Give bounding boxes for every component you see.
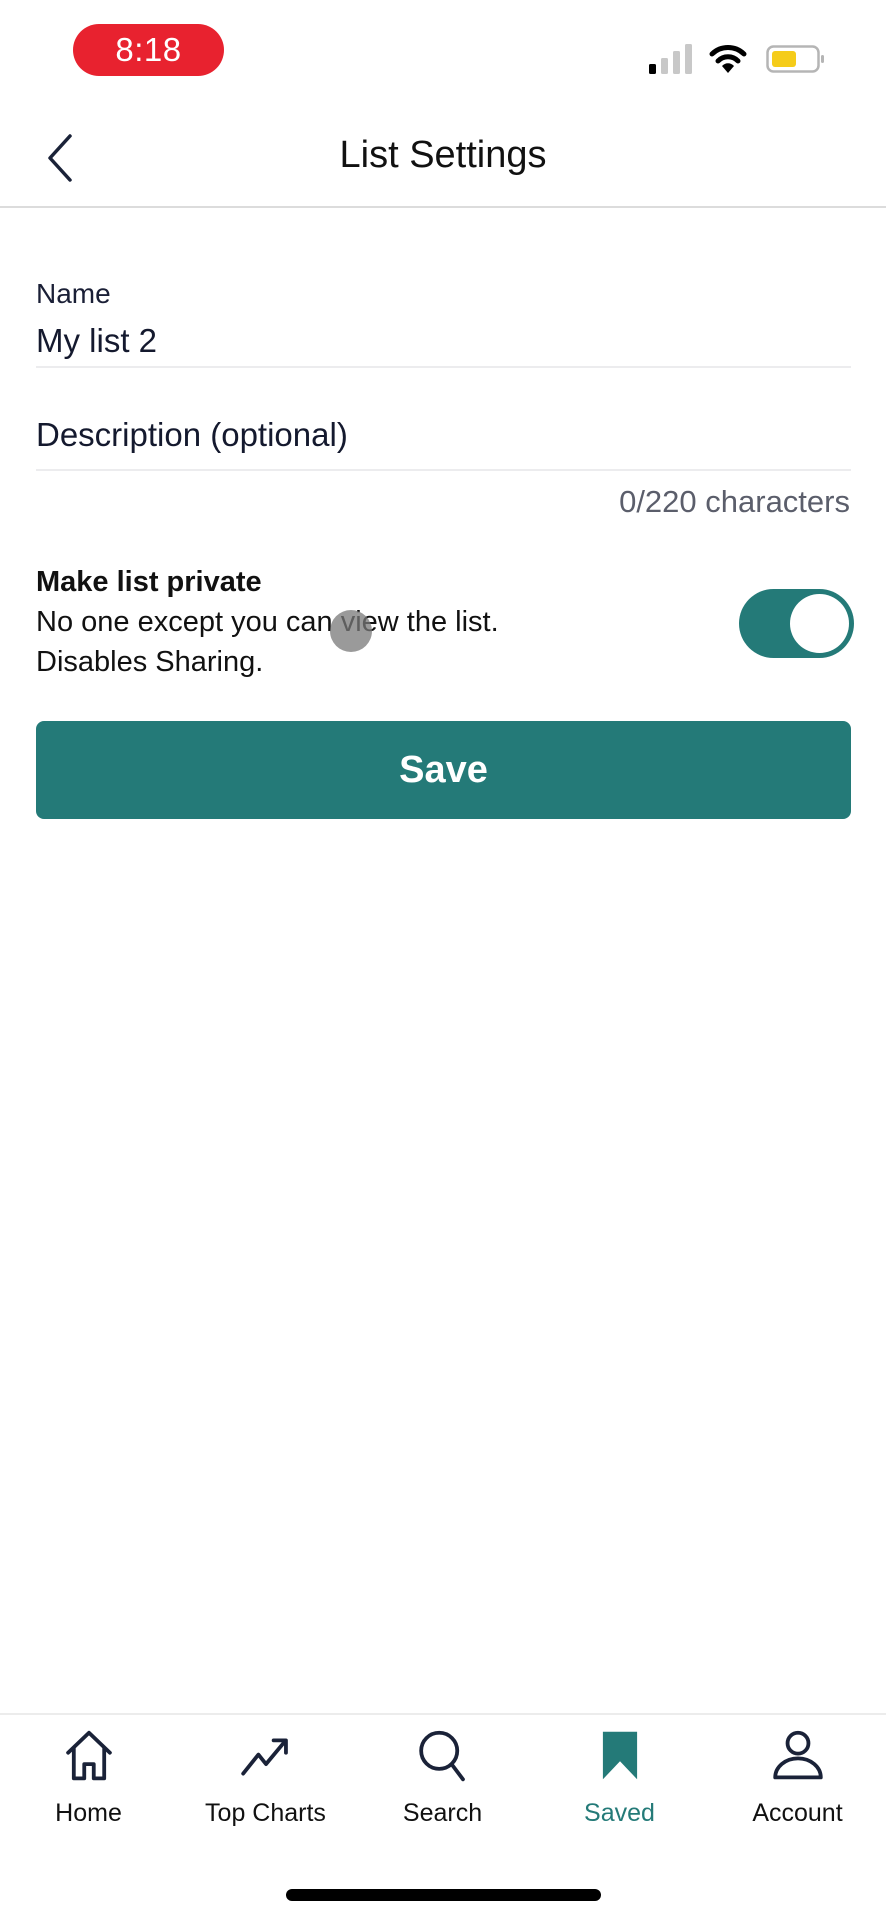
description-input[interactable]: Description (optional)	[36, 416, 851, 460]
nav-label-home: Home	[55, 1799, 122, 1827]
wifi-icon	[709, 45, 747, 73]
character-counter: 0/220 characters	[619, 484, 850, 519]
page-title: List Settings	[339, 134, 547, 176]
name-underline	[36, 366, 851, 368]
cellular-signal-icon	[649, 44, 692, 74]
search-icon	[418, 1730, 465, 1782]
nav-label-top-charts: Top Charts	[205, 1799, 326, 1827]
nav-label-search: Search	[402, 1799, 483, 1827]
private-setting-description-2: Disables Sharing.	[36, 646, 264, 678]
nav-item-top-charts[interactable]: Top Charts	[177, 1728, 354, 1828]
private-setting-title: Make list private	[36, 566, 262, 598]
touch-indicator	[330, 610, 372, 652]
home-indicator[interactable]	[286, 1889, 601, 1901]
nav-item-home[interactable]: Home	[0, 1728, 177, 1828]
private-toggle[interactable]	[739, 589, 854, 658]
save-button[interactable]: Save	[36, 721, 851, 819]
nav-label-account: Account	[752, 1799, 843, 1827]
nav-divider	[0, 1713, 886, 1715]
toggle-knob	[790, 594, 849, 653]
name-input[interactable]: My list 2	[36, 322, 851, 362]
nav-label-saved: Saved	[584, 1799, 655, 1827]
home-icon	[65, 1730, 112, 1781]
battery-icon	[766, 45, 824, 73]
nav-item-saved[interactable]: Saved	[531, 1728, 708, 1828]
nav-item-account[interactable]: Account	[709, 1728, 886, 1828]
trending-up-icon	[240, 1738, 288, 1776]
status-time: 8:18	[73, 24, 224, 76]
bookmark-icon	[602, 1731, 637, 1780]
description-underline	[36, 469, 851, 471]
user-icon	[772, 1730, 823, 1780]
header-divider	[0, 206, 886, 208]
private-setting-description-1: No one except you can view the list.	[36, 606, 499, 638]
name-label: Name	[36, 278, 111, 309]
nav-item-search[interactable]: Search	[354, 1728, 531, 1828]
